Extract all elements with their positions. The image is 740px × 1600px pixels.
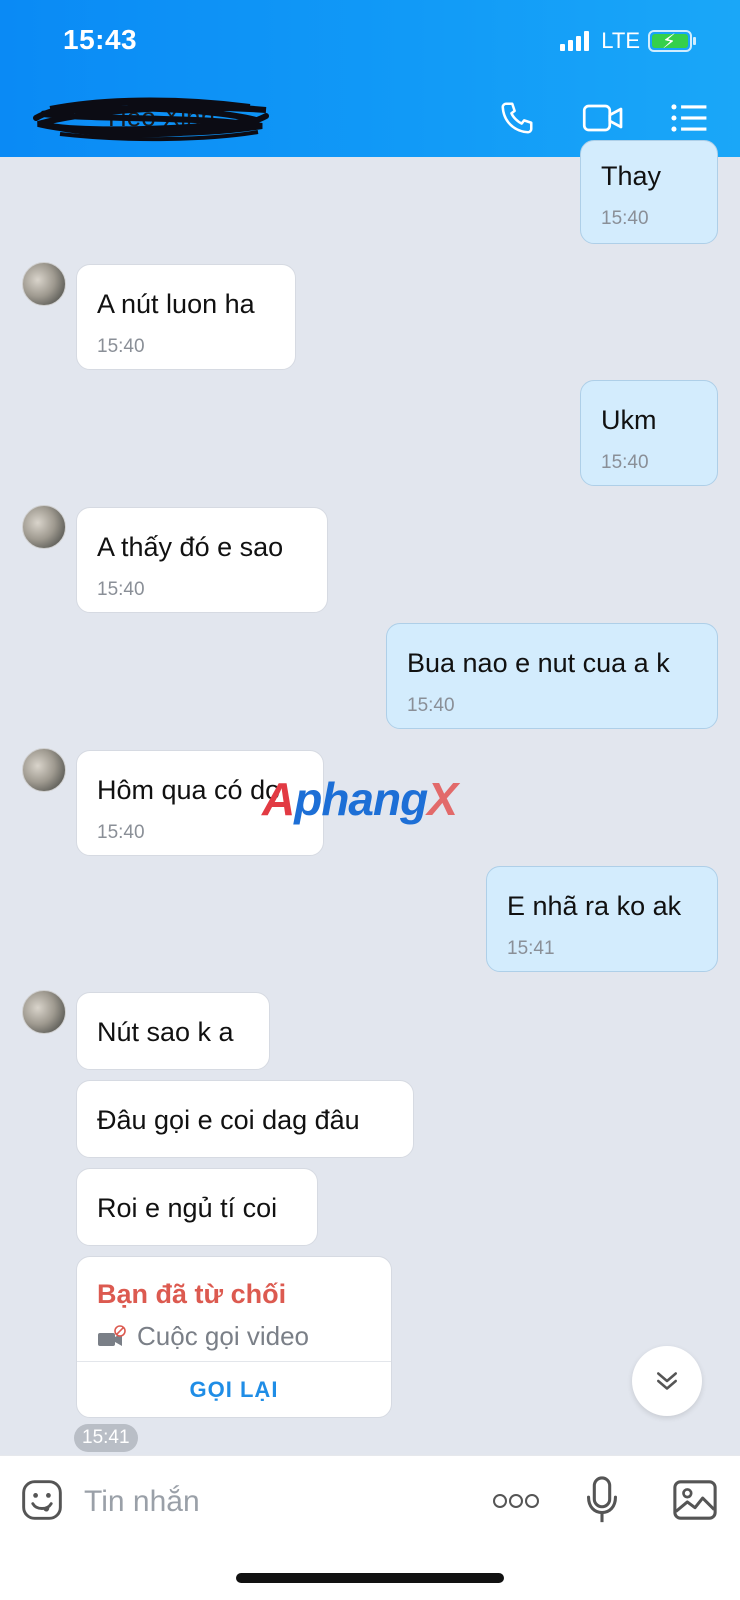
home-indicator	[236, 1573, 504, 1583]
message-text: Thay	[601, 161, 662, 191]
message-text: A thấy đó e sao	[97, 532, 284, 562]
video-call-missed-icon	[98, 1324, 126, 1346]
message-time: 15:40	[97, 822, 145, 843]
message-input-bar	[0, 1455, 740, 1600]
message-bubble-outgoing[interactable]: Ukm 15:40	[580, 380, 718, 486]
message-time: 15:40	[601, 208, 649, 229]
avatar[interactable]	[22, 748, 66, 792]
call-type: Cuộc gọi video	[97, 1321, 309, 1352]
avatar[interactable]	[22, 262, 66, 306]
watermark-part: A	[262, 773, 295, 825]
list-menu-icon[interactable]	[668, 98, 710, 138]
message-text: Nút sao k a	[97, 1017, 234, 1047]
message-time: 15:40	[601, 452, 649, 473]
message-bubble-outgoing[interactable]: Bua nao e nut cua a k 15:40	[386, 623, 718, 729]
watermark-part: phang	[294, 773, 428, 825]
message-time-badge: 15:41	[74, 1424, 138, 1452]
message-text: Roi e ngủ tí coi	[97, 1193, 278, 1223]
message-text: Ukm	[601, 405, 657, 435]
status-indicators: LTE ⚡	[560, 28, 696, 54]
video-camera-icon[interactable]	[582, 98, 624, 138]
status-time: 15:43	[63, 24, 138, 55]
watermark-part: X	[427, 773, 458, 825]
message-text: E nhã ra ko ak	[507, 891, 682, 921]
message-bubble-incoming[interactable]: A nút luon ha 15:40	[76, 264, 296, 370]
message-bubble-incoming[interactable]: A thấy đó e sao 15:40	[76, 507, 328, 613]
avatar[interactable]	[22, 505, 66, 549]
microphone-icon[interactable]	[584, 1476, 620, 1526]
battery-icon: ⚡	[648, 30, 696, 53]
chat-header: 15:43 LTE ⚡ Heo Xinh	[0, 0, 740, 157]
emoji-icon[interactable]	[20, 1478, 64, 1522]
image-icon[interactable]	[672, 1478, 718, 1522]
declined-call-card: Bạn đã từ chối Cuộc gọi video GỌI LẠI	[76, 1256, 392, 1418]
message-input[interactable]	[84, 1482, 464, 1522]
call-type-label: Cuộc gọi video	[137, 1321, 309, 1351]
call-status: Bạn đã từ chối	[97, 1279, 287, 1309]
phone-icon[interactable]	[496, 98, 538, 138]
signal-icon	[560, 31, 590, 51]
message-text: Đâu gọi e coi dag đâu	[97, 1105, 360, 1135]
call-back-button[interactable]: GỌI LẠI	[77, 1361, 391, 1419]
message-bubble-outgoing[interactable]: E nhã ra ko ak 15:41	[486, 866, 718, 972]
avatar[interactable]	[22, 990, 66, 1034]
message-time: 15:40	[97, 336, 145, 357]
watermark: AphangX	[262, 772, 458, 826]
message-bubble-outgoing[interactable]: Thay 15:40	[580, 140, 718, 244]
network-type: LTE	[601, 28, 640, 53]
contact-title[interactable]: Heo Xinh	[30, 96, 270, 142]
scroll-to-bottom-button[interactable]	[632, 1346, 702, 1416]
message-text: Bua nao e nut cua a k	[407, 648, 670, 678]
message-bubble-incoming[interactable]: Roi e ngủ tí coi	[76, 1168, 318, 1246]
double-chevron-down-icon	[657, 1372, 677, 1390]
more-options-icon[interactable]	[492, 1486, 540, 1516]
message-time: 15:41	[507, 938, 555, 959]
redaction-scribble	[33, 97, 269, 142]
message-time: 15:40	[97, 579, 145, 600]
message-time: 15:40	[407, 695, 455, 716]
message-text: Hôm qua có do	[97, 775, 281, 805]
message-bubble-incoming[interactable]: Đâu gọi e coi dag đâu	[76, 1080, 414, 1158]
message-bubble-incoming[interactable]: Nút sao k a	[76, 992, 270, 1070]
message-text: A nút luon ha	[97, 289, 255, 319]
